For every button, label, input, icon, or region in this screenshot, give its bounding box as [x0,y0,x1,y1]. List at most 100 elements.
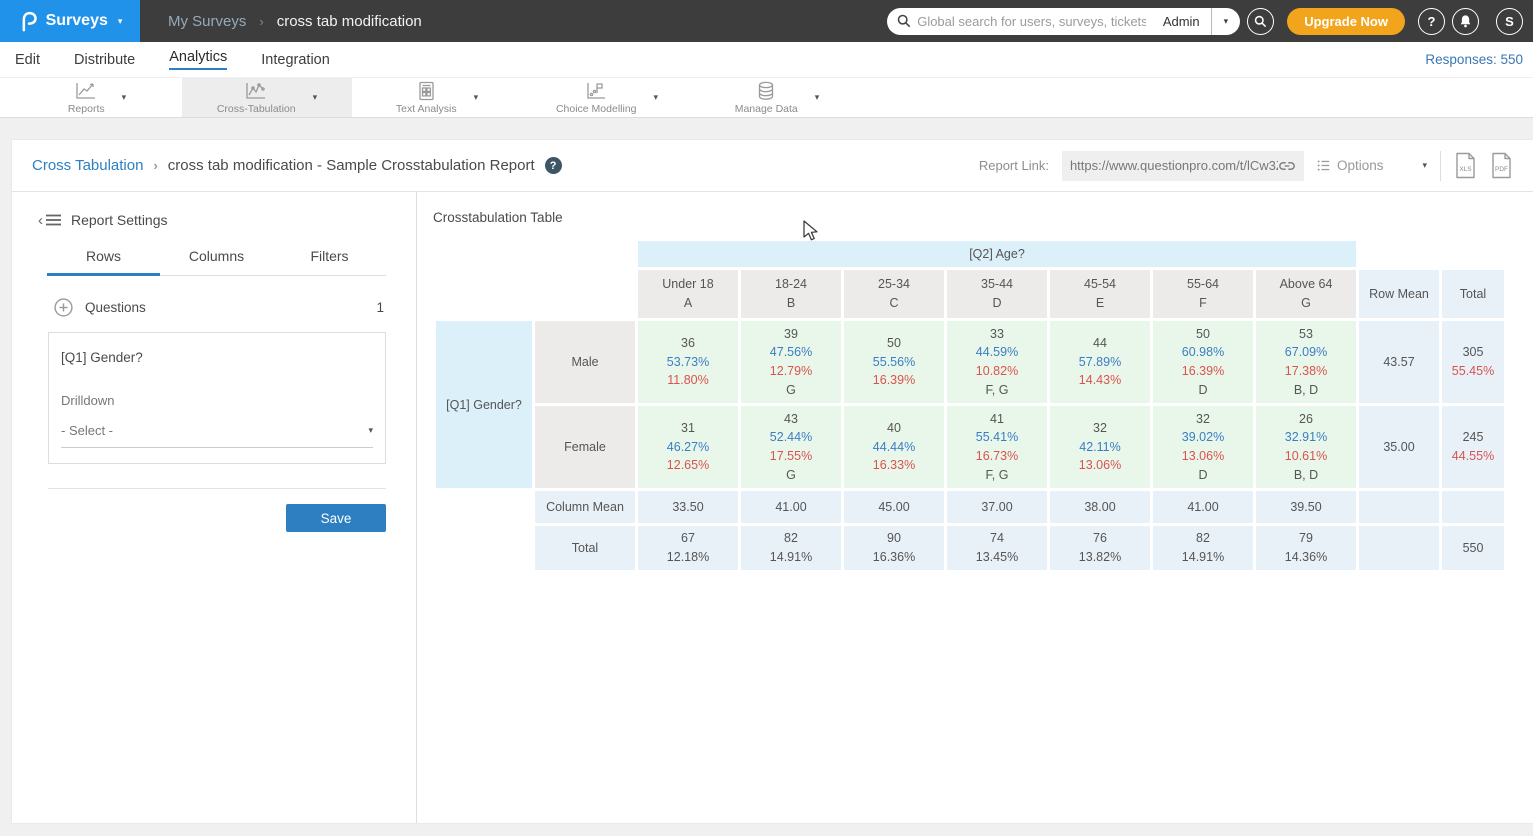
breadcrumb-survey-name: cross tab modification [277,13,422,30]
global-search[interactable]: Admin ▾ [887,8,1240,35]
manage-data-icon [755,81,777,101]
toolbar-item-text-analysis[interactable]: Text Analysis ▾ [352,78,522,117]
data-cell: 3146.27%12.65% [638,406,738,488]
column-header: 18-24B [741,270,841,318]
data-cell: 5367.09%17.38%B, D [1256,321,1356,403]
options-caret-icon[interactable]: ▾ [1422,160,1427,171]
nav-item-distribute[interactable]: Distribute [74,52,135,68]
data-cell: 3239.02%13.06%D [1153,406,1253,488]
crosstab-cell [436,270,532,318]
row-question-header: [Q1] Gender? [436,321,532,488]
column-mean-row: Column Mean33.5041.0045.0037.0038.0041.0… [436,491,1504,523]
cross-tabulation-caret-icon[interactable]: ▾ [313,92,318,103]
report-link-url[interactable]: https://www.questionpro.com/t/lCw3Zc [1070,158,1278,173]
choice-modelling-caret-icon[interactable]: ▾ [654,92,659,103]
analytics-toolbar: Reports ▾ Cross-Tabulation ▾ Text Analys… [0,77,1533,118]
toolbar-item-reports[interactable]: Reports ▾ [12,78,182,117]
topbar-breadcrumb: My Surveys › cross tab modification [168,13,422,30]
column-header: 45-54E [1050,270,1150,318]
toolbar-item-cross-tabulation[interactable]: Cross-Tabulation ▾ [182,78,352,117]
row-mean-cell: 43.57 [1359,321,1439,403]
cross-tabulation-breadcrumb-link[interactable]: Cross Tabulation [32,157,143,174]
product-name: Surveys [46,12,108,30]
total-cell: 8214.91% [741,526,841,570]
report-card: Cross Tabulation › cross tab modificatio… [12,140,1533,823]
column-mean-cell: 41.00 [741,491,841,523]
add-question-icon[interactable] [54,298,73,317]
nav-item-edit[interactable]: Edit [15,52,40,68]
column-mean-cell: 33.50 [638,491,738,523]
row-label: Male [535,321,635,403]
data-cell: 4352.44%17.55%G [741,406,841,488]
column-header: 25-34C [844,270,944,318]
crosstab-cell [1359,241,1439,267]
drilldown-select[interactable]: - Select - ▾ [61,423,373,448]
export-xls-button[interactable]: XLS [1454,152,1477,179]
breadcrumb-separator: › [259,14,263,29]
data-cell: 3344.59%10.82%F, G [947,321,1047,403]
text-analysis-caret-icon[interactable]: ▾ [474,92,479,103]
export-pdf-button[interactable]: PDF [1490,152,1513,179]
search-scope-label: Admin [1152,14,1211,29]
nav-item-integration[interactable]: Integration [261,52,330,68]
column-mean-label: Column Mean [535,491,635,523]
link-icon[interactable] [1278,159,1296,173]
options-label: Options [1337,158,1384,173]
menu-lines-icon [46,214,61,226]
search-scope-caret-icon[interactable]: ▾ [1212,16,1241,27]
toolbar-item-manage-data[interactable]: Manage Data ▾ [692,78,862,117]
notifications-button[interactable] [1452,8,1479,35]
reports-icon [74,81,98,101]
settings-tabs: Rows Columns Filters [47,248,386,276]
help-button[interactable]: ? [1418,8,1445,35]
crosstab-cell [535,241,635,267]
options-button[interactable]: Options ▾ [1317,158,1427,173]
reports-caret-icon[interactable]: ▾ [122,92,127,103]
product-switcher-caret-icon: ▾ [118,16,123,27]
manage-data-caret-icon[interactable]: ▾ [815,92,820,103]
options-list-icon [1317,159,1330,172]
total-header: Total [1442,270,1504,318]
save-button[interactable]: Save [286,504,386,532]
question-title: [Q1] Gender? [61,350,373,365]
data-cell: 4457.89%14.43% [1050,321,1150,403]
data-cell: 4155.41%16.73%F, G [947,406,1047,488]
question-card: [Q1] Gender? Drilldown - Select - ▾ [48,332,386,464]
user-avatar[interactable]: S [1496,8,1523,35]
tab-filters[interactable]: Filters [273,248,386,276]
total-row-label: Total [535,526,635,570]
collapse-panel-icon[interactable]: ‹ [38,213,61,228]
total-cell: 7413.45% [947,526,1047,570]
column-header-row: Under 18A18-24B25-34C35-44D45-54E55-64FA… [436,270,1504,318]
data-cell: 5060.98%16.39%D [1153,321,1253,403]
empty-cell [1359,491,1439,523]
tab-columns[interactable]: Columns [160,248,273,276]
global-search-input[interactable] [911,14,1152,29]
drilldown-selected-value: - Select - [61,423,113,438]
tab-rows[interactable]: Rows [47,248,160,276]
nav-item-analytics[interactable]: Analytics [169,49,227,70]
row-total-cell: 24544.55% [1442,406,1504,488]
total-cell: 7914.36% [1256,526,1356,570]
search-button[interactable] [1247,8,1274,35]
data-cell: 4044.44%16.33% [844,406,944,488]
responses-count: Responses: 550 [1425,52,1533,67]
data-cell: 3242.11%13.06% [1050,406,1150,488]
data-cell: 3947.56%12.79%G [741,321,841,403]
app-logo[interactable]: Surveys ▾ [0,0,140,42]
age-group-header: [Q2] Age? [638,241,1356,267]
breadcrumb-separator: › [153,158,157,173]
upgrade-now-button[interactable]: Upgrade Now [1287,8,1405,35]
data-row: Female3146.27%12.65%4352.44%17.55%G4044.… [436,406,1504,488]
settings-panel-title: Report Settings [71,212,168,228]
breadcrumb-my-surveys[interactable]: My Surveys [168,13,246,30]
empty-cell [1359,526,1439,570]
total-cell: 9016.36% [844,526,944,570]
report-link-field[interactable]: https://www.questionpro.com/t/lCw3Zc [1062,151,1304,181]
help-icon[interactable]: ? [545,157,562,174]
divider [48,488,386,489]
crosstab-cell [535,270,635,318]
total-row: Total6712.18%8214.91%9016.36%7413.45%761… [436,526,1504,570]
toolbar-item-choice-modelling[interactable]: Choice Modelling ▾ [522,78,692,117]
xls-icon-label: XLS [1459,166,1472,173]
